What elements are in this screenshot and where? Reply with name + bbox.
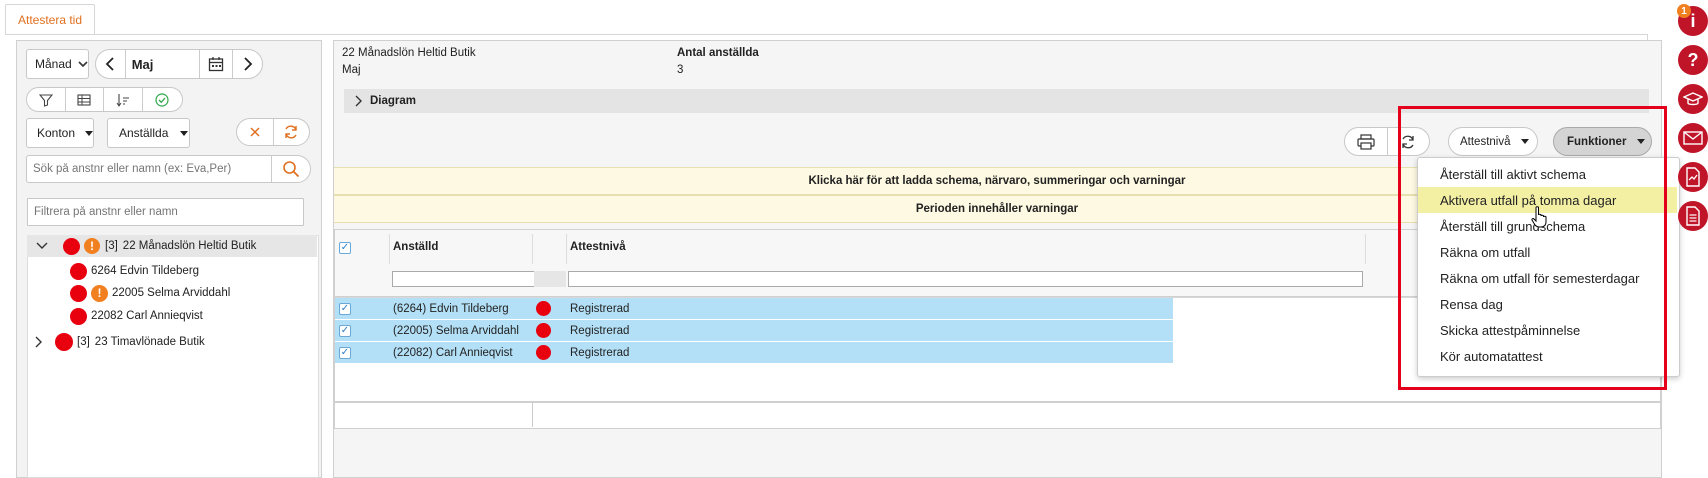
tab-attestera-tid[interactable]: Attestera tid (5, 4, 95, 35)
filter-field (27, 198, 304, 226)
highlight-callout (1398, 106, 1667, 390)
column-header-level[interactable]: Attestnivå (570, 241, 626, 253)
tree-employee-row[interactable]: ! 22005 Selma Arviddahl (70, 282, 230, 304)
column-divider (389, 234, 390, 264)
period-type-value: Månad (35, 57, 72, 71)
group-count: [3] (105, 240, 118, 252)
konton-select[interactable]: Konton (26, 118, 94, 148)
chevron-right-icon (352, 95, 366, 107)
row-checkbox[interactable]: ✓ (339, 346, 351, 359)
group-count: [3] (77, 336, 90, 348)
header-count-value: 3 (677, 64, 684, 76)
caret-down-icon (85, 130, 94, 136)
grid-footer (335, 401, 1660, 429)
header-count-label: Antal anställda (677, 47, 759, 59)
tree-group-row[interactable]: ! [3] 22 Månadslön Heltid Butik (27, 235, 317, 257)
notification-badge: 1 (1677, 4, 1691, 18)
status-red-icon (55, 333, 73, 351)
graduation-cap-icon[interactable] (1678, 84, 1708, 114)
check-circle-icon[interactable] (143, 88, 182, 111)
chevron-left-icon[interactable] (96, 50, 126, 78)
column-divider (532, 234, 533, 264)
help-icon[interactable]: ? (1678, 45, 1708, 75)
level-filter-input[interactable] (568, 271, 1363, 287)
column-divider (566, 234, 567, 264)
document-chart-icon[interactable] (1678, 162, 1708, 192)
period-navigator: Maj (95, 49, 263, 79)
table-row[interactable]: ✓ (22082) Carl Annieqvist Registrerad (335, 342, 1173, 363)
row-checkbox[interactable]: ✓ (339, 302, 351, 315)
filter-input[interactable] (28, 199, 303, 225)
tab-label: Attestera tid (17, 13, 83, 27)
clear-icon[interactable] (237, 119, 274, 145)
chevron-right-icon[interactable] (233, 50, 262, 78)
column-divider (1365, 234, 1366, 264)
calendar-icon[interactable] (198, 50, 234, 78)
warning-banner-text: Perioden innehåller varningar (915, 203, 1079, 215)
row-employee: (6264) Edvin Tildeberg (393, 302, 509, 315)
header-group-name: 22 Månadslön Heltid Butik (342, 47, 476, 59)
group-name: 22 Månadslön Heltid Butik (122, 240, 257, 252)
chevron-right-icon[interactable] (31, 336, 47, 348)
refresh-icon[interactable] (274, 119, 310, 145)
clear-refresh-group (236, 118, 310, 146)
period-value[interactable]: Maj (126, 57, 199, 72)
table-row[interactable]: ✓ (6264) Edvin Tildeberg Registrerad (335, 298, 1173, 319)
status-red-icon (70, 262, 87, 280)
row-employee: (22082) Carl Annieqvist (393, 346, 513, 359)
employee-label: 6264 Edvin Tildeberg (91, 265, 200, 277)
status-red-icon (536, 323, 551, 338)
status-red-icon (536, 301, 551, 316)
row-checkbox[interactable]: ✓ (339, 324, 351, 337)
print-icon[interactable] (1345, 128, 1388, 155)
status-filter-cell (534, 271, 566, 287)
column-header-employee[interactable]: Anställd (393, 241, 438, 253)
status-red-icon (70, 307, 87, 325)
view-toolbar (26, 87, 183, 112)
warning-icon: ! (84, 238, 100, 254)
caret-down-icon (180, 130, 189, 136)
search-field (26, 155, 311, 183)
search-icon[interactable] (271, 156, 310, 182)
period-type-select[interactable]: Månad (26, 49, 89, 79)
tree-employee-row[interactable]: 22082 Carl Annieqvist (70, 305, 203, 327)
search-input[interactable] (27, 156, 272, 182)
footer-divider (532, 402, 533, 427)
konton-label: Konton (37, 126, 76, 140)
filter-icon[interactable] (27, 88, 66, 111)
row-level: Registrerad (570, 324, 630, 337)
status-red-icon (536, 345, 551, 360)
status-red-icon (63, 237, 80, 255)
row-employee: (22005) Selma Arviddahl (393, 324, 519, 337)
mail-icon[interactable] (1678, 123, 1708, 153)
chevron-down-icon[interactable] (29, 242, 55, 250)
employee-label: 22005 Selma Arviddahl (112, 287, 231, 299)
select-all-checkbox[interactable]: ✓ (339, 242, 351, 254)
tree-group-row[interactable]: [3] 23 Timavlönade Butik (27, 331, 205, 353)
header-period: Maj (342, 64, 361, 76)
chevron-down-icon (78, 61, 88, 67)
document-icon[interactable] (1678, 201, 1708, 231)
tab-divider (5, 34, 1648, 35)
load-banner-text: Klicka här för att ladda schema, närvaro… (808, 175, 1186, 187)
tree-employee-row[interactable]: 6264 Edvin Tildeberg (70, 260, 199, 282)
sort-icon[interactable] (104, 88, 143, 111)
anstallda-label: Anställda (119, 126, 169, 140)
warning-icon: ! (91, 284, 108, 302)
row-level: Registrerad (570, 302, 630, 315)
row-level: Registrerad (570, 346, 630, 359)
table-icon[interactable] (66, 88, 104, 111)
status-red-icon (70, 284, 87, 302)
anstallda-select[interactable]: Anställda (107, 118, 190, 148)
table-row[interactable]: ✓ (22005) Selma Arviddahl Registrerad (335, 320, 1173, 341)
diagram-label: Diagram (370, 95, 417, 107)
employee-label: 22082 Carl Annieqvist (91, 310, 203, 322)
group-name: 23 Timavlönade Butik (94, 336, 205, 348)
